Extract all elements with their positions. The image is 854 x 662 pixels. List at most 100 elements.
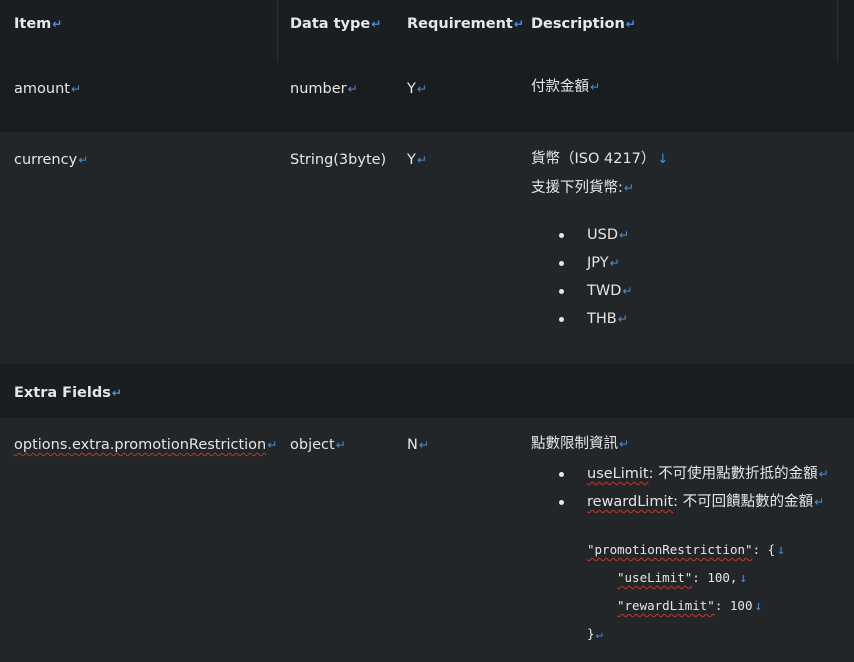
column-divider bbox=[277, 0, 278, 62]
currency-code: USD bbox=[587, 227, 618, 243]
paragraph-mark-icon: ↵ bbox=[70, 82, 82, 96]
code-text: : 100, bbox=[692, 570, 738, 585]
bullet-icon bbox=[559, 261, 564, 266]
description-line-1: 貨幣（ISO 4217） ↓ bbox=[531, 149, 668, 170]
list-item: USD↵ bbox=[559, 221, 632, 249]
paragraph-mark-icon: ↵ bbox=[267, 438, 278, 452]
cell-data-type: object↵ bbox=[290, 435, 346, 455]
limit-key: useLimit bbox=[587, 466, 649, 482]
description-line-2: 支援下列貨幣:↵ bbox=[531, 178, 634, 198]
paragraph-mark-icon: ↵ bbox=[814, 495, 825, 509]
currency-list: USD↵ JPY↵ TWD↵ THB↵ bbox=[559, 221, 632, 333]
bullet-icon bbox=[559, 472, 564, 477]
limit-text: 不可使用點數折抵的金額 bbox=[658, 466, 818, 482]
code-line-3: "rewardLimit": 100 ↓ bbox=[617, 592, 762, 621]
item-text: options.extra.promotionRestriction bbox=[14, 437, 267, 453]
paragraph-mark-icon: ↵ bbox=[595, 627, 603, 641]
line-break-icon: ↓ bbox=[657, 152, 669, 167]
paragraph-mark-icon: ↵ bbox=[590, 80, 601, 94]
header-description: Description↵ bbox=[531, 14, 636, 34]
section-label-text: Extra Fields bbox=[14, 385, 111, 401]
data-type-text: object bbox=[290, 437, 335, 453]
paragraph-mark-icon: ↵ bbox=[416, 82, 427, 96]
list-item: useLimit: 不可使用點數折抵的金額↵ bbox=[559, 460, 829, 488]
description-text: 支援下列貨幣: bbox=[531, 180, 623, 196]
paragraph-mark-icon: ↵ bbox=[416, 153, 427, 167]
paragraph-mark-icon: ↵ bbox=[513, 17, 524, 31]
paragraph-mark-icon: ↵ bbox=[78, 153, 89, 167]
description-text: 點數限制資訊 bbox=[531, 436, 618, 452]
paragraph-mark-icon: ↵ bbox=[625, 17, 636, 31]
cell-item: amount↵ bbox=[14, 79, 81, 99]
paragraph-mark-icon: ↵ bbox=[619, 437, 630, 451]
paragraph-mark-icon: ↵ bbox=[371, 17, 382, 31]
bullet-icon bbox=[559, 289, 564, 294]
paragraph-mark-icon: ↵ bbox=[618, 228, 630, 242]
data-type-text: number bbox=[290, 81, 347, 97]
requirement-text: Y bbox=[407, 81, 416, 97]
header-requirement-label: Requirement bbox=[407, 16, 513, 32]
code-line-2: "useLimit": 100, ↓ bbox=[617, 564, 747, 593]
cell-requirement: N↵ bbox=[407, 435, 429, 455]
code-line-1: "promotionRestriction": {↓ bbox=[587, 536, 785, 565]
header-item: Item↵ bbox=[14, 14, 62, 34]
paragraph-mark-icon: ↵ bbox=[335, 438, 346, 452]
table-row-amount: amount↵ number↵ Y↵ 付款金額↵ bbox=[0, 62, 854, 132]
table-row-extra-fields: Extra Fields↵ bbox=[0, 364, 854, 418]
spec-table: Item↵ Data type↵ Requirement↵ Descriptio… bbox=[0, 0, 854, 662]
column-divider bbox=[837, 0, 838, 62]
description-text: 貨幣（ISO 4217） bbox=[531, 151, 656, 167]
paragraph-mark-icon: ↵ bbox=[622, 284, 633, 298]
code-key: "promotionRestriction" bbox=[587, 542, 753, 557]
limit-separator: : bbox=[648, 466, 659, 482]
bullet-icon bbox=[559, 500, 564, 505]
header-data-type-label: Data type bbox=[290, 16, 371, 32]
list-item: TWD↵ bbox=[559, 277, 632, 305]
paragraph-mark-icon: ↵ bbox=[818, 467, 829, 481]
table-row-promotion-restriction: options.extra.promotionRestriction↵ obje… bbox=[0, 418, 854, 662]
list-item: THB↵ bbox=[559, 305, 632, 333]
code-key: "rewardLimit" bbox=[617, 598, 715, 613]
currency-code: THB bbox=[587, 311, 617, 327]
paragraph-mark-icon: ↵ bbox=[111, 386, 122, 400]
code-text: } bbox=[587, 626, 595, 641]
header-item-label: Item bbox=[14, 16, 52, 32]
limit-list: useLimit: 不可使用點數折抵的金額↵ rewardLimit: 不可回饋… bbox=[559, 460, 829, 516]
bullet-icon bbox=[559, 317, 564, 322]
line-break-icon: ↓ bbox=[739, 571, 748, 586]
limit-text: 不可回饋點數的金額 bbox=[682, 494, 814, 510]
cell-data-type: String(3byte) bbox=[290, 150, 386, 170]
header-data-type: Data type↵ bbox=[290, 14, 381, 34]
line-break-icon: ↓ bbox=[754, 599, 763, 614]
section-label: Extra Fields↵ bbox=[14, 383, 122, 403]
limit-separator: : bbox=[673, 494, 683, 510]
header-description-label: Description bbox=[531, 16, 625, 32]
paragraph-mark-icon: ↵ bbox=[52, 17, 63, 31]
data-type-text: String(3byte) bbox=[290, 152, 387, 168]
table-row-currency: currency↵ String(3byte) Y↵ 貨幣（ISO 4217） ↓… bbox=[0, 132, 854, 364]
table-header-row: Item↵ Data type↵ Requirement↵ Descriptio… bbox=[0, 0, 854, 62]
cell-requirement: Y↵ bbox=[407, 79, 427, 99]
paragraph-mark-icon: ↵ bbox=[347, 82, 358, 96]
currency-code: TWD bbox=[587, 283, 622, 299]
cell-requirement: Y↵ bbox=[407, 150, 427, 170]
header-requirement: Requirement↵ bbox=[407, 14, 524, 34]
code-text: : 100 bbox=[714, 598, 753, 613]
item-text: currency bbox=[14, 152, 78, 168]
bullet-icon bbox=[559, 233, 564, 238]
item-text: amount bbox=[14, 81, 70, 97]
cell-description: 付款金額↵ bbox=[531, 77, 600, 97]
description-text: 付款金額 bbox=[531, 79, 589, 95]
list-item: JPY↵ bbox=[559, 249, 632, 277]
cell-item: currency↵ bbox=[14, 150, 88, 170]
paragraph-mark-icon: ↵ bbox=[418, 438, 429, 452]
paragraph-mark-icon: ↵ bbox=[623, 181, 634, 195]
requirement-text: Y bbox=[407, 152, 416, 168]
list-item: rewardLimit: 不可回饋點數的金額↵ bbox=[559, 488, 829, 516]
cell-data-type: number↵ bbox=[290, 79, 358, 99]
cell-item: options.extra.promotionRestriction↵ bbox=[14, 435, 277, 455]
code-text: : { bbox=[752, 542, 776, 557]
code-key: "useLimit" bbox=[617, 570, 693, 585]
paragraph-mark-icon: ↵ bbox=[609, 256, 620, 270]
cell-description: 點數限制資訊↵ bbox=[531, 434, 629, 454]
